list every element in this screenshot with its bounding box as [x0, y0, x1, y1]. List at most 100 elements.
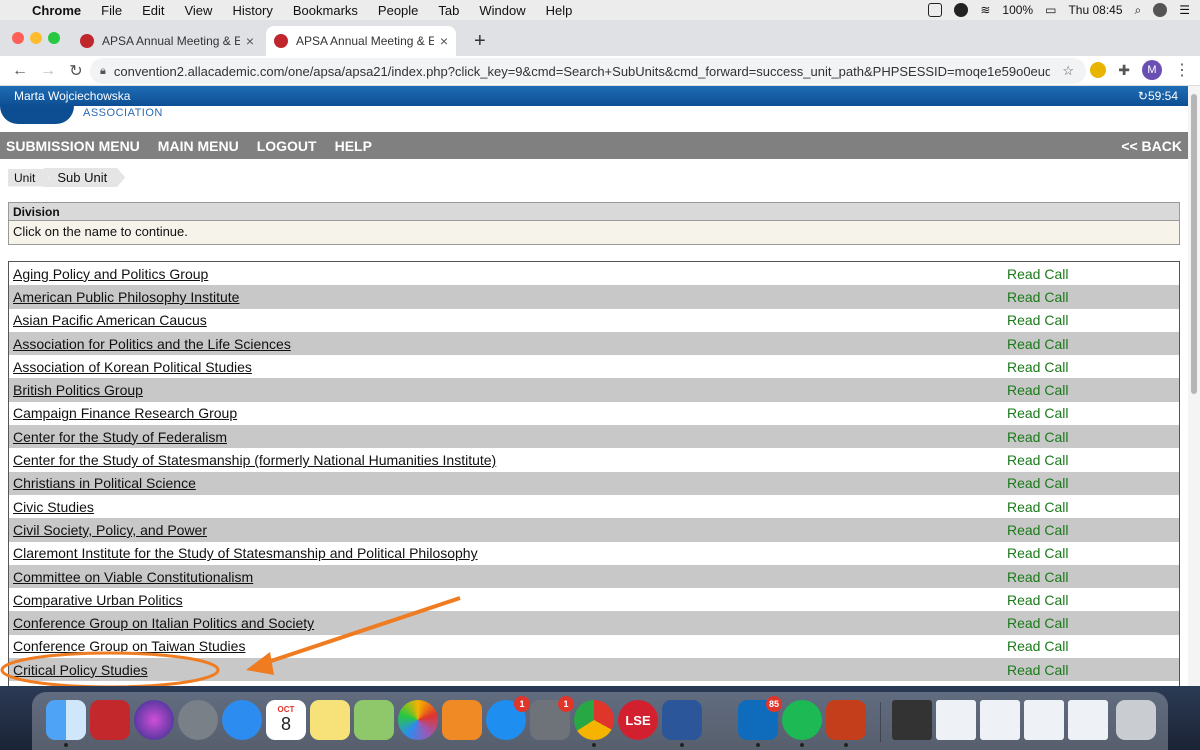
nav-help[interactable]: HELP [335, 138, 372, 154]
sub-unit-link[interactable]: Aging Policy and Politics Group [13, 266, 208, 282]
menu-file[interactable]: File [101, 3, 122, 18]
menu-window[interactable]: Window [479, 3, 525, 18]
minimized-window-thumbnail[interactable] [936, 700, 976, 740]
sub-unit-link[interactable]: British Politics Group [13, 382, 143, 398]
read-call-link[interactable]: Read Call [1007, 499, 1068, 515]
read-call-link[interactable]: Read Call [1007, 638, 1068, 654]
profile-avatar[interactable]: M [1142, 60, 1162, 80]
menu-app-chrome[interactable]: Chrome [32, 3, 81, 18]
read-call-link[interactable]: Read Call [1007, 475, 1068, 491]
system-preferences-icon[interactable]: 1 [530, 696, 574, 740]
app-store-icon[interactable]: 1 [486, 696, 530, 740]
tab-close-icon[interactable]: × [440, 33, 448, 49]
sub-unit-link[interactable]: Civil Society, Policy, and Power [13, 522, 207, 538]
browser-tab-2-active[interactable]: APSA Annual Meeting & Exhibition × [266, 26, 456, 56]
finder-icon[interactable] [46, 700, 86, 740]
window-zoom-button[interactable] [48, 32, 60, 44]
sub-unit-link[interactable]: Christians in Political Science [13, 475, 196, 491]
back-link[interactable]: << BACK [1121, 138, 1182, 154]
sub-unit-link[interactable]: Association of Korean Political Studies [13, 359, 252, 375]
read-call-link[interactable]: Read Call [1007, 545, 1068, 561]
back-arrow-icon[interactable]: ← [6, 62, 34, 80]
safari-icon[interactable] [222, 700, 262, 740]
more-menu-icon[interactable]: ⋮ [1174, 60, 1190, 80]
timer-refresh-icon[interactable]: ↻ [1138, 89, 1148, 103]
sub-unit-link[interactable]: Center for the Study of Federalism [13, 429, 227, 445]
extensions-puzzle-icon[interactable]: ✚ [1118, 62, 1130, 79]
books-icon[interactable] [442, 700, 482, 740]
tab-close-icon[interactable]: × [246, 33, 254, 49]
read-call-link[interactable]: Read Call [1007, 382, 1068, 398]
launchpad-icon[interactable] [178, 700, 218, 740]
read-call-link[interactable]: Read Call [1007, 266, 1068, 282]
sub-unit-link[interactable]: Association for Politics and the Life Sc… [13, 336, 291, 352]
maps-icon[interactable] [354, 700, 394, 740]
forward-arrow-icon[interactable]: → [34, 62, 62, 80]
sub-unit-link[interactable]: Campaign Finance Research Group [13, 405, 237, 421]
minimized-window-thumbnail[interactable] [892, 700, 932, 740]
window-minimize-button[interactable] [30, 32, 42, 44]
menu-people[interactable]: People [378, 3, 418, 18]
trash-icon[interactable] [1116, 700, 1156, 740]
notes-icon[interactable] [310, 700, 350, 740]
read-call-link[interactable]: Read Call [1007, 359, 1068, 375]
read-call-link[interactable]: Read Call [1007, 312, 1068, 328]
acrobat-icon[interactable] [90, 700, 130, 740]
nav-logout[interactable]: LOGOUT [257, 138, 317, 154]
read-call-link[interactable]: Read Call [1007, 336, 1068, 352]
clock[interactable]: Thu 08:45 [1068, 3, 1122, 17]
read-call-link[interactable]: Read Call [1007, 405, 1068, 421]
siri-icon[interactable] [134, 700, 174, 740]
menu-help[interactable]: Help [546, 3, 573, 18]
sub-unit-link[interactable]: Claremont Institute for the Study of Sta… [13, 545, 478, 561]
sub-unit-link[interactable]: Asian Pacific American Caucus [13, 312, 207, 328]
sub-unit-link[interactable]: Center for the Study of Statesmanship (f… [13, 452, 496, 468]
minimized-window-thumbnail[interactable] [980, 700, 1020, 740]
outlook-icon[interactable]: 85 [738, 696, 782, 740]
read-call-link[interactable]: Read Call [1007, 615, 1068, 631]
address-bar[interactable]: 🔒︎ convention2.allacademic.com/one/apsa/… [90, 58, 1086, 84]
menu-bookmarks[interactable]: Bookmarks [293, 3, 358, 18]
new-tab-plus-icon[interactable]: + [474, 30, 486, 53]
reload-icon[interactable]: ↻ [62, 61, 90, 81]
wifi-icon[interactable]: ≋ [980, 3, 990, 17]
read-call-link[interactable]: Read Call [1007, 522, 1068, 538]
extension-icon[interactable] [1090, 62, 1107, 78]
menu-edit[interactable]: Edit [142, 3, 164, 18]
spotlight-search-icon[interactable]: ⌕ [1135, 3, 1142, 18]
menu-tab[interactable]: Tab [438, 3, 459, 18]
scrollbar-thumb[interactable] [1191, 94, 1197, 394]
sub-unit-link[interactable]: Conference Group on Taiwan Studies [13, 638, 245, 654]
powerpoint-icon[interactable] [826, 700, 866, 740]
sub-unit-link[interactable]: American Public Philosophy Institute [13, 289, 239, 305]
read-call-link[interactable]: Read Call [1007, 452, 1068, 468]
minimized-window-thumbnail[interactable] [1024, 700, 1064, 740]
bookmark-star-icon[interactable]: ☆ [1062, 63, 1074, 79]
nav-main-menu[interactable]: MAIN MENU [158, 138, 239, 154]
menu-view[interactable]: View [184, 3, 212, 18]
word-icon[interactable] [662, 700, 702, 740]
sub-unit-link[interactable]: Conference Group on Italian Politics and… [13, 615, 314, 631]
sub-unit-link[interactable]: Civic Studies [13, 499, 94, 515]
photos-icon[interactable] [398, 700, 438, 740]
menu-history[interactable]: History [232, 3, 272, 18]
browser-tab-1[interactable]: APSA Annual Meeting & Exhibition × [72, 26, 262, 56]
read-call-link[interactable]: Read Call [1007, 429, 1068, 445]
spotify-icon[interactable] [782, 700, 822, 740]
lock-icon[interactable]: 🔒︎ [100, 65, 106, 78]
control-center-icon[interactable]: ☰ [1179, 3, 1190, 17]
read-call-link[interactable]: Read Call [1007, 289, 1068, 305]
sub-unit-link[interactable]: Committee on Viable Constitutionalism [13, 569, 253, 585]
page-scrollbar[interactable] [1188, 86, 1200, 700]
read-call-link[interactable]: Read Call [1007, 662, 1068, 678]
battery-percent[interactable]: 100% [1002, 3, 1033, 17]
breadcrumb-unit[interactable]: Unit [8, 168, 50, 187]
calendar-icon[interactable]: OCT 8 [266, 700, 306, 740]
sub-unit-link[interactable]: Critical Policy Studies [13, 662, 148, 678]
shield-status-icon[interactable] [928, 3, 943, 17]
chrome-icon[interactable] [574, 700, 614, 740]
read-call-link[interactable]: Read Call [1007, 569, 1068, 585]
sub-unit-link[interactable]: Comparative Urban Politics [13, 592, 183, 608]
window-close-button[interactable] [12, 32, 24, 44]
lse-app-icon[interactable]: LSE [618, 700, 658, 740]
